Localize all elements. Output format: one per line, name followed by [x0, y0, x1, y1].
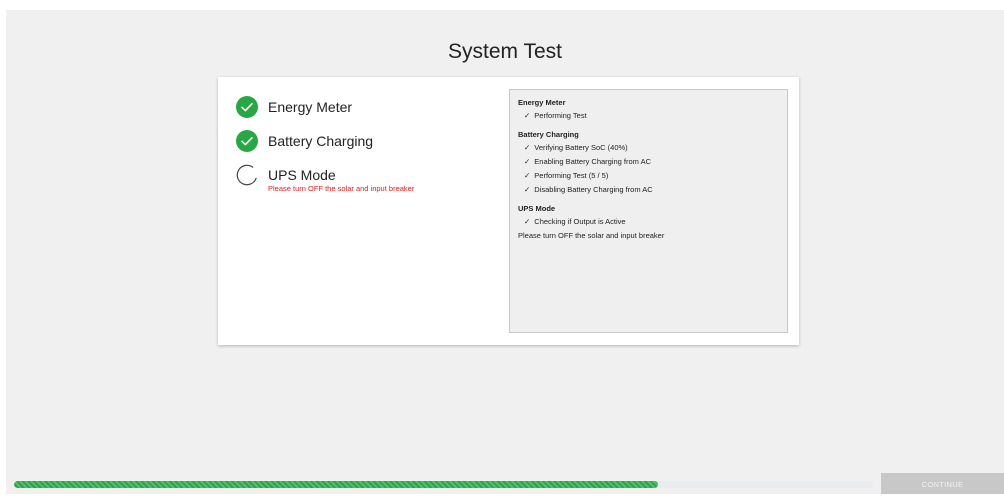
log-item: ✓ Enabling Battery Charging from AC — [524, 157, 652, 166]
step-label: UPS Mode — [268, 167, 336, 183]
step-label: Energy Meter — [268, 99, 353, 115]
log-item: ✓ Performing Test (5 / 5) — [524, 171, 609, 180]
check-circle-icon — [236, 130, 258, 152]
check-circle-icon — [236, 96, 258, 118]
checkmark-icon: ✓ — [524, 171, 531, 180]
progress-bar-fill — [14, 481, 659, 488]
log-heading: UPS Mode — [518, 204, 556, 213]
bottom-bar: CONTINUE — [6, 473, 1004, 494]
test-log-panel: Energy Meter ✓ Performing Test Battery Ch… — [509, 89, 788, 333]
checkmark-icon: ✓ — [524, 157, 531, 166]
log-heading: Energy Meter — [518, 98, 566, 107]
checkmark-icon: ✓ — [524, 143, 531, 152]
continue-button[interactable]: CONTINUE — [881, 473, 1004, 494]
checkmark-icon: ✓ — [524, 217, 531, 226]
log-item: ✓ Verifying Battery SoC (40%) — [524, 143, 628, 152]
step-warning-message: Please turn OFF the solar and input brea… — [268, 184, 415, 193]
step-label: Battery Charging — [268, 133, 374, 149]
page-title: System Test — [448, 40, 562, 63]
test-card: Energy Meter Battery Charging UPS Mode P… — [218, 77, 799, 345]
log-item: ✓ Disabling Battery Charging from AC — [524, 185, 653, 194]
step-battery-charging: Battery Charging — [236, 130, 373, 152]
step-ups-mode: UPS Mode Please turn OFF the solar and i… — [236, 164, 414, 193]
log-item: ✓ Performing Test — [524, 111, 587, 120]
app-screen: System Test Energy Meter Battery Chargin… — [6, 10, 1004, 494]
checkmark-icon: ✓ — [524, 111, 531, 120]
log-group-energy-meter: Energy Meter ✓ Performing Test — [518, 98, 779, 120]
checkmark-icon: ✓ — [524, 185, 531, 194]
spinner-icon — [236, 164, 257, 186]
progress-bar — [14, 481, 873, 488]
log-group-battery-charging: Battery Charging ✓ Verifying Battery SoC … — [518, 130, 779, 194]
log-group-ups-mode: UPS Mode ✓ Checking if Output is Active P… — [518, 204, 779, 240]
step-energy-meter: Energy Meter — [236, 96, 352, 118]
log-note: Please turn OFF the solar and input brea… — [518, 231, 665, 240]
log-item: ✓ Checking if Output is Active — [524, 217, 626, 226]
log-heading: Battery Charging — [518, 130, 579, 139]
